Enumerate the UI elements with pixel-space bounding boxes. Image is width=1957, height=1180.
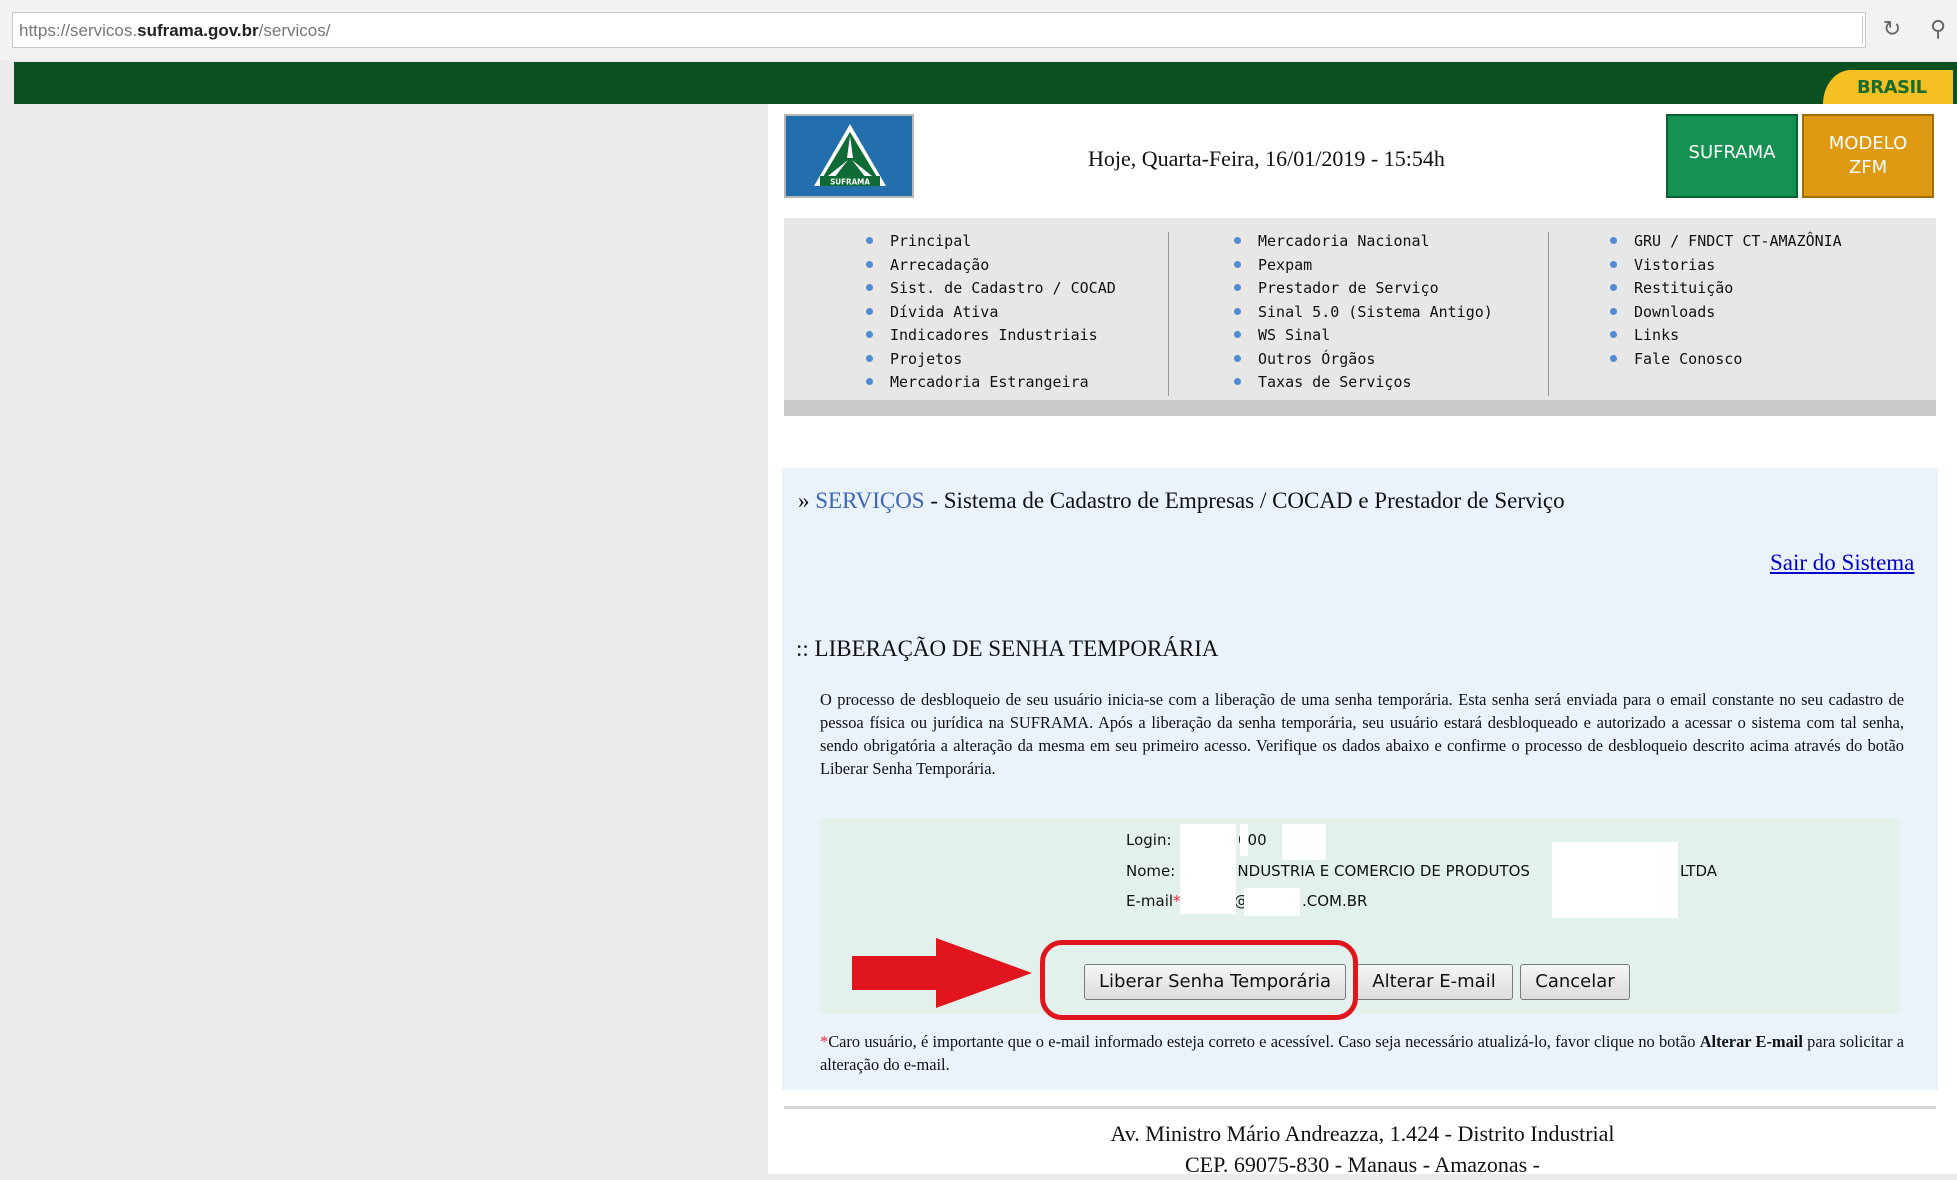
menu-column-2: Mercadoria Nacional Pexpam Prestador de … [1234, 230, 1493, 395]
menu-item-pexpam[interactable]: Pexpam [1234, 254, 1493, 278]
redaction-mask [1244, 888, 1300, 916]
footer-divider [784, 1106, 1936, 1109]
redaction-mask [1240, 824, 1248, 856]
redaction-mask [1552, 842, 1678, 918]
browser-toolbar: https://servicos.suframa.gov.br/servicos… [0, 0, 1957, 60]
email-label: E-mail*: [1126, 892, 1186, 910]
menu-item-restituicao[interactable]: Restituição [1610, 277, 1842, 301]
brasil-badge[interactable]: BRASIL [1823, 70, 1953, 104]
main-menu: Principal Arrecadação Sist. de Cadastro … [784, 218, 1936, 416]
email-domain: .COM.BR [1302, 892, 1368, 910]
menu-column-1: Principal Arrecadação Sist. de Cadastro … [866, 230, 1116, 395]
search-icon[interactable]: ⚲ [1920, 12, 1956, 48]
left-background [14, 104, 768, 1174]
menu-item-fale-conosco[interactable]: Fale Conosco [1610, 348, 1842, 372]
menu-item-gru-fndct[interactable]: GRU / FNDCT CT-AMAZÔNIA [1610, 230, 1842, 254]
menu-item-prestador-servico[interactable]: Prestador de Serviço [1234, 277, 1493, 301]
email-row: E-mail*: @ .COM.BR [820, 892, 1900, 912]
menu-item-indicadores[interactable]: Indicadores Industriais [866, 324, 1116, 348]
menu-item-projetos[interactable]: Projetos [866, 348, 1116, 372]
menu-divider [1548, 232, 1549, 396]
zfm-label: ZFM [1848, 157, 1888, 178]
redaction-mask [1282, 824, 1326, 860]
menu-item-taxas-servicos[interactable]: Taxas de Serviços [1234, 371, 1493, 395]
login-label: Login: [1126, 831, 1172, 849]
breadcrumb-servicos-link[interactable]: SERVIÇOS [815, 488, 924, 513]
nome-label: Nome: [1126, 862, 1176, 880]
annotation-arrow-icon [852, 938, 1032, 1013]
menu-divider [1168, 232, 1169, 396]
logout-link[interactable]: Sair do Sistema [1770, 550, 1914, 576]
suframa-button[interactable]: SUFRAMA [1666, 114, 1798, 198]
suframa-logo-icon: SUFRAMA [814, 124, 886, 187]
breadcrumb: » SERVIÇOS - Sistema de Cadastro de Empr… [798, 488, 1565, 513]
annotation-circle [1040, 940, 1358, 1020]
menu-item-principal[interactable]: Principal [866, 230, 1116, 254]
menu-item-links[interactable]: Links [1610, 324, 1842, 348]
alterar-email-button[interactable]: Alterar E-mail [1355, 964, 1513, 1000]
menu-item-mercadoria-nacional[interactable]: Mercadoria Nacional [1234, 230, 1493, 254]
reload-icon[interactable]: ↻ [1874, 12, 1910, 48]
menu-item-divida-ativa[interactable]: Dívida Ativa [866, 301, 1116, 325]
menu-item-cadastro-cocad[interactable]: Sist. de Cadastro / COCAD [866, 277, 1116, 301]
suframa-logo[interactable]: SUFRAMA [784, 114, 914, 198]
modelo-label: MODELO [1828, 133, 1908, 154]
current-datetime: Hoje, Quarta-Feira, 16/01/2019 - 15:54h [1088, 146, 1445, 171]
menu-item-vistorias[interactable]: Vistorias [1610, 254, 1842, 278]
menu-item-downloads[interactable]: Downloads [1610, 301, 1842, 325]
description-text: O processo de desbloqueio de seu usuário… [820, 690, 1904, 778]
menu-item-arrecadacao[interactable]: Arrecadação [866, 254, 1116, 278]
nome-suffix: LTDA [1680, 862, 1718, 880]
menu-column-3: GRU / FNDCT CT-AMAZÔNIA Vistorias Restit… [1610, 230, 1842, 371]
login-row: Login: 000 [820, 831, 1900, 851]
footer-address: Av. Ministro Mário Andreazza, 1.424 - Di… [768, 1118, 1957, 1180]
section-title: :: LIBERAÇÃO DE SENHA TEMPORÁRIA [796, 636, 1219, 661]
modelo-zfm-button[interactable]: MODELO ZFM [1802, 114, 1934, 198]
menu-item-sinal-5[interactable]: Sinal 5.0 (Sistema Antigo) [1234, 301, 1493, 325]
nome-value: INDUSTRIA E COMERCIO DE PRODUTOS [1233, 862, 1530, 880]
url-text: https://servicos.suframa.gov.br/servicos… [19, 21, 331, 40]
cancelar-button[interactable]: Cancelar [1520, 964, 1630, 1000]
svg-text:SUFRAMA: SUFRAMA [830, 178, 870, 187]
footer-line-2: CEP. 69075-830 - Manaus - Amazonas - [1184, 1152, 1540, 1177]
menu-item-mercadoria-estrangeira[interactable]: Mercadoria Estrangeira [866, 371, 1116, 395]
email-note: *Caro usuário, é importante que o e-mail… [820, 1032, 1904, 1074]
redaction-mask [1180, 824, 1236, 914]
gov-bar: BRASIL [14, 62, 1957, 104]
address-bar[interactable]: https://servicos.suframa.gov.br/servicos… [12, 12, 1866, 48]
address-separator [1862, 16, 1863, 44]
menu-item-ws-sinal[interactable]: WS Sinal [1234, 324, 1493, 348]
footer-line-1: Av. Ministro Mário Andreazza, 1.424 - Di… [1110, 1121, 1615, 1146]
menu-item-outros-orgaos[interactable]: Outros Órgãos [1234, 348, 1493, 372]
page-content: SUFRAMA Hoje, Quarta-Feira, 16/01/2019 -… [768, 104, 1957, 1177]
nome-row: Nome: INDUSTRIA E COMERCIO DE PRODUTOS L… [820, 862, 1900, 882]
